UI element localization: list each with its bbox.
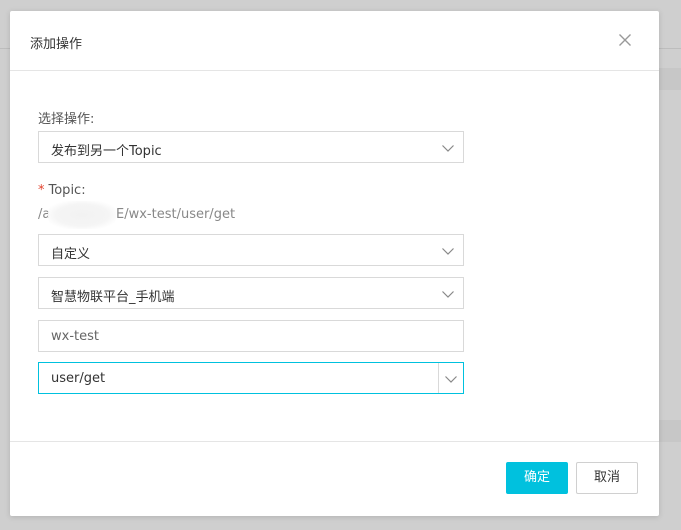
confirm-button[interactable]: 确定 xyxy=(506,462,568,494)
footer-divider xyxy=(10,441,659,442)
background-band xyxy=(659,68,681,90)
dialog-header: 添加操作 xyxy=(10,11,659,71)
topic-path-select[interactable]: user/get xyxy=(38,362,464,394)
redaction-blur xyxy=(48,201,116,229)
operation-select[interactable]: 发布到另一个Topic xyxy=(38,131,464,163)
operation-label: 选择操作: xyxy=(38,112,95,127)
topic-path-value: user/get xyxy=(51,371,106,386)
required-star: * xyxy=(38,183,45,198)
device-value: wx-test xyxy=(51,329,99,344)
chevron-down-icon xyxy=(442,145,454,152)
chevron-down-icon xyxy=(442,291,454,298)
device-input[interactable]: wx-test xyxy=(38,320,464,352)
close-icon[interactable] xyxy=(618,33,636,51)
topic-label: * Topic: xyxy=(38,183,86,198)
background-band xyxy=(659,420,681,442)
topic-type-value: 自定义 xyxy=(51,247,91,262)
topic-hint-suffix: E/wx-test/user/get xyxy=(116,207,236,222)
dialog-title: 添加操作 xyxy=(30,37,83,52)
chevron-down-icon xyxy=(442,248,454,255)
select-divider xyxy=(438,363,439,393)
topic-hint: /a E/wx-test/user/get xyxy=(38,201,278,229)
topic-label-text: Topic: xyxy=(48,183,86,198)
product-value: 智慧物联平台_手机端 xyxy=(51,290,175,305)
cancel-button[interactable]: 取消 xyxy=(576,462,638,494)
product-select[interactable]: 智慧物联平台_手机端 xyxy=(38,277,464,309)
topic-type-select[interactable]: 自定义 xyxy=(38,234,464,266)
operation-select-value: 发布到另一个Topic xyxy=(51,144,162,159)
add-action-dialog: 添加操作 选择操作: 发布到另一个Topic * Topic: /a E/wx-t… xyxy=(10,11,659,516)
chevron-down-icon xyxy=(445,376,457,383)
